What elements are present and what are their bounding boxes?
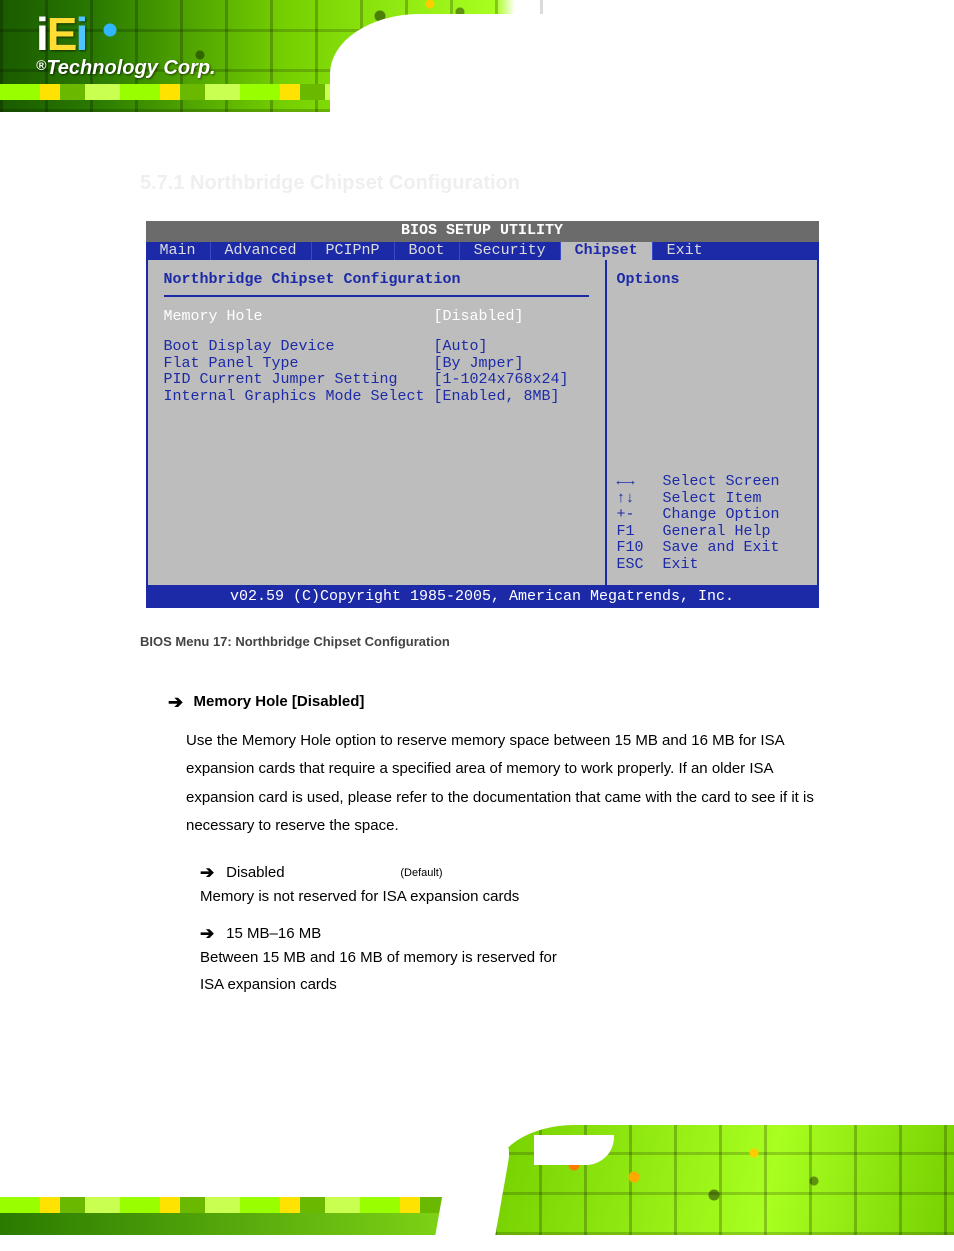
bios-title: BIOS SETUP UTILITY <box>146 221 819 242</box>
setting-title: Memory Hole [Disabled] <box>194 693 365 710</box>
bios-tab-advanced[interactable]: Advanced <box>210 242 311 261</box>
page-heading: 5.7.1 Northbridge Chipset Configuration <box>140 172 844 195</box>
option-row: ➔ 15 MB–16 MB Between 15 MB and 16 MB of… <box>200 924 844 998</box>
bios-options-title: Options <box>617 272 807 289</box>
bios-row-pid-jumper[interactable]: PID Current Jumper Setting [1-1024x768x2… <box>164 372 589 389</box>
bios-tab-pcipnp[interactable]: PCIPnP <box>311 242 394 261</box>
option-name: 15 MB–16 MB <box>226 925 396 942</box>
bios-value: [By Jmper] <box>434 356 524 373</box>
brand-logo: iEi ®Technology Corp. <box>36 16 216 80</box>
option-desc: Between 15 MB and 16 MB of memory is res… <box>200 944 580 998</box>
bios-label: Flat Panel Type <box>164 356 434 373</box>
bios-key: ESC <box>617 557 663 574</box>
bios-value: [Enabled, 8MB] <box>434 389 560 406</box>
top-stripe <box>0 84 954 100</box>
bios-section-title: Northbridge Chipset Configuration <box>164 272 589 297</box>
bios-key-desc: General Help <box>663 524 771 541</box>
bios-key: +- <box>617 507 663 524</box>
bios-label: PID Current Jumper Setting <box>164 372 434 389</box>
bios-row-memory-hole[interactable]: Memory Hole [Disabled] <box>164 309 589 326</box>
bios-tabs: Main Advanced PCIPnP Boot Security Chips… <box>146 242 819 261</box>
option-default: (Default) <box>400 867 520 879</box>
bios-right-pane: Options ←→Select Screen ↑↓Select Item +-… <box>607 260 817 585</box>
bottom-banner <box>0 1125 954 1235</box>
bios-key: F10 <box>617 540 663 557</box>
main-content: 5.7.1 Northbridge Chipset Configuration … <box>0 112 954 998</box>
bios-row-graphics-mode[interactable]: Internal Graphics Mode Select [Enabled, … <box>164 389 589 406</box>
option-row: ➔ Disabled (Default) Memory is not reser… <box>200 863 844 910</box>
bios-key: ↑↓ <box>617 491 663 508</box>
arrow-icon: ➔ <box>200 924 222 944</box>
bios-value: [1-1024x768x24] <box>434 372 569 389</box>
arrow-icon: ➔ <box>200 863 222 883</box>
bios-footer: v02.59 (C)Copyright 1985-2005, American … <box>146 587 819 608</box>
bios-key-desc: Exit <box>663 557 699 574</box>
bios-row-boot-display[interactable]: Boot Display Device [Auto] <box>164 339 589 356</box>
bios-key-desc: Select Item <box>663 491 762 508</box>
setting-description: Use the Memory Hole option to reserve me… <box>186 727 844 841</box>
bios-label: Internal Graphics Mode Select <box>164 389 434 406</box>
bios-tab-security[interactable]: Security <box>459 242 560 261</box>
bios-key: F1 <box>617 524 663 541</box>
bios-help: ←→Select Screen ↑↓Select Item +-Change O… <box>617 474 807 573</box>
bios-tab-main[interactable]: Main <box>146 242 210 261</box>
bios-tab-chipset[interactable]: Chipset <box>560 242 652 261</box>
bios-tab-exit[interactable]: Exit <box>652 242 717 261</box>
option-name: Disabled <box>226 864 396 881</box>
top-banner: iEi ®Technology Corp. NANO-LX EPIC SBC <box>0 0 954 112</box>
bios-key-desc: Save and Exit <box>663 540 780 557</box>
bios-key-desc: Select Screen <box>663 474 780 491</box>
bios-value: [Disabled] <box>434 309 524 326</box>
bios-label: Boot Display Device <box>164 339 434 356</box>
bios-key-desc: Change Option <box>663 507 780 524</box>
document-title: NANO-LX EPIC SBC <box>622 60 804 82</box>
setting-item: ➔ Memory Hole [Disabled] Use the Memory … <box>168 693 844 841</box>
bios-left-pane: Northbridge Chipset Configuration Memory… <box>148 260 607 585</box>
bios-screenshot: BIOS SETUP UTILITY Main Advanced PCIPnP … <box>146 221 819 608</box>
bios-label: Memory Hole <box>164 309 434 326</box>
bios-key: ←→ <box>617 474 663 491</box>
bios-value: [Auto] <box>434 339 488 356</box>
bios-tab-boot[interactable]: Boot <box>394 242 459 261</box>
figure-caption: BIOS Menu 17: Northbridge Chipset Config… <box>140 634 844 649</box>
bios-body: Northbridge Chipset Configuration Memory… <box>146 260 819 587</box>
arrow-icon: ➔ <box>168 693 183 711</box>
bios-row-flat-panel[interactable]: Flat Panel Type [By Jmper] <box>164 356 589 373</box>
option-desc: Memory is not reserved for ISA expansion… <box>200 883 580 910</box>
